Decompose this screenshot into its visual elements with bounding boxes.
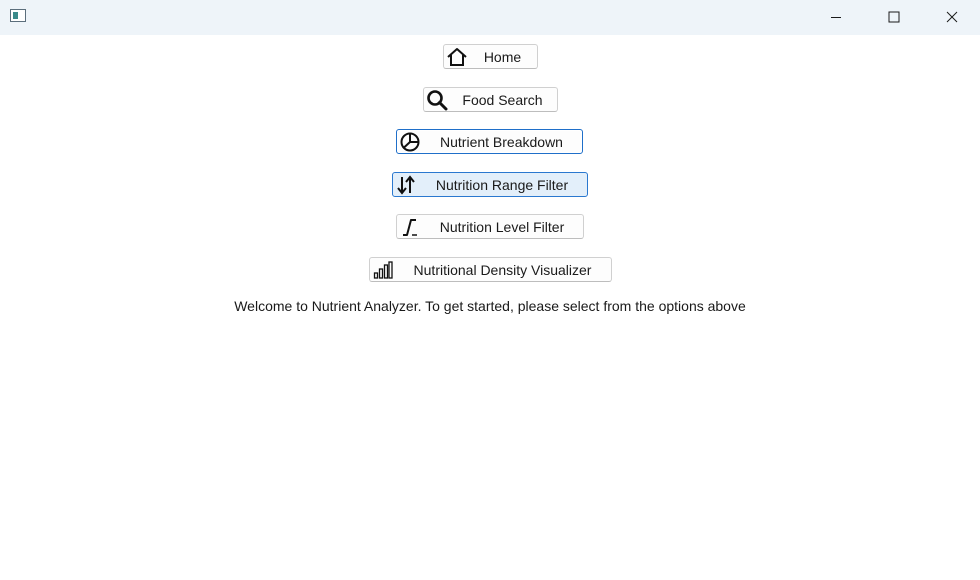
title-bar[interactable] (0, 0, 980, 35)
welcome-message: Welcome to Nutrient Analyzer. To get sta… (234, 298, 746, 314)
minimize-button[interactable] (807, 0, 865, 33)
nutrition-level-filter-button-label: Nutrition Level Filter (439, 218, 565, 235)
close-icon (946, 11, 958, 22)
nutrient-breakdown-button[interactable]: Nutrient Breakdown (396, 129, 583, 154)
maximize-icon (888, 11, 900, 22)
app-window: Home Food Search Nutrient Breakdown Nutr… (0, 0, 980, 580)
nutrient-breakdown-button-label: Nutrient Breakdown (440, 133, 563, 150)
nutrition-level-filter-button[interactable]: Nutrition Level Filter (396, 214, 584, 239)
nutritional-density-visualizer-button[interactable]: Nutritional Density Visualizer (369, 257, 612, 282)
minimize-icon (831, 16, 841, 18)
close-button[interactable] (923, 0, 980, 33)
home-button[interactable]: Home (443, 44, 538, 69)
app-icon (10, 9, 26, 22)
food-search-button[interactable]: Food Search (423, 87, 558, 112)
nutrition-range-filter-button[interactable]: Nutrition Range Filter (392, 172, 588, 197)
food-search-button-label: Food Search (462, 91, 543, 108)
maximize-button[interactable] (865, 0, 923, 33)
nutritional-density-visualizer-button-label: Nutritional Density Visualizer (413, 261, 592, 278)
home-button-label: Home (483, 48, 522, 65)
nutrition-range-filter-button-label: Nutrition Range Filter (435, 176, 569, 193)
